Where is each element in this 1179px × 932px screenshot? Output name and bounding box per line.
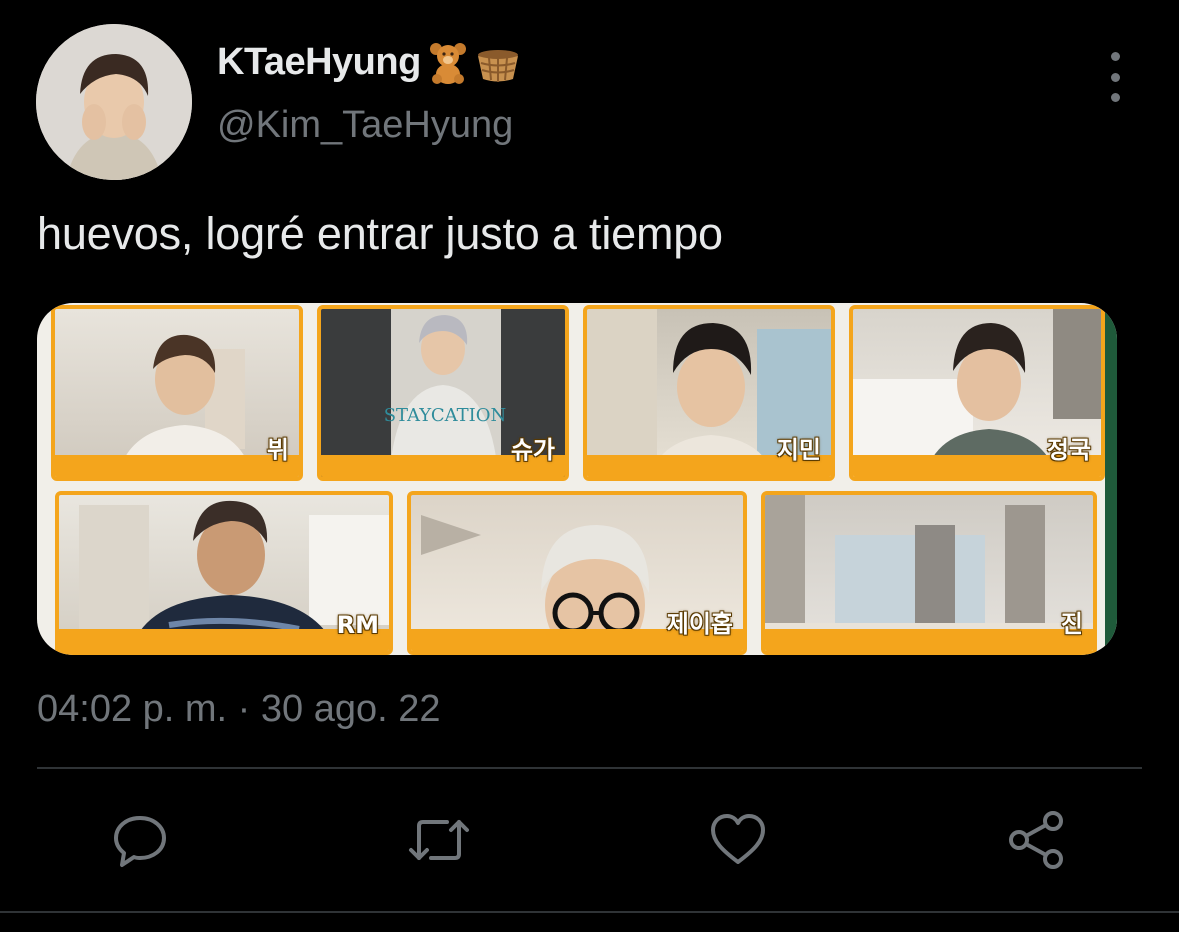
avatar[interactable] <box>36 24 192 180</box>
user-handle[interactable]: @Kim_TaeHyung <box>217 104 513 147</box>
heart-icon <box>711 814 765 864</box>
display-name-text: KTaeHyung <box>217 40 421 83</box>
media-tile: RM <box>55 491 393 655</box>
avatar-image <box>36 24 192 180</box>
media-tile: STAYCATION 슈가 <box>317 305 569 481</box>
media-tile: 정국 <box>849 305 1105 481</box>
media-tile: 진 <box>761 491 1097 655</box>
tile-label: 지민 <box>776 436 821 464</box>
media-edge <box>1105 303 1117 655</box>
display-name[interactable]: KTaeHyung <box>217 38 521 86</box>
basket-icon <box>475 39 521 85</box>
more-options-icon[interactable] <box>1100 52 1130 102</box>
share-icon <box>1009 811 1063 869</box>
reply-button[interactable] <box>108 808 172 872</box>
media-tile: 뷔 <box>51 305 303 481</box>
reply-icon <box>114 816 166 867</box>
tweet-text: huevos, logré entrar justo a tiempo <box>37 208 723 259</box>
divider <box>37 767 1142 769</box>
teddy-bear-icon <box>425 39 471 85</box>
bottom-divider <box>0 911 1179 913</box>
like-button[interactable] <box>706 808 770 872</box>
tile-label: 진 <box>1060 610 1083 638</box>
tile-label: 제이홉 <box>666 610 733 638</box>
tile-label: RM <box>336 611 379 639</box>
tile-label: 슈가 <box>510 436 555 464</box>
tweet-timestamp[interactable]: 04:02 p. m. · 30 ago. 22 <box>37 688 441 731</box>
media-tile: 제이홉 <box>407 491 747 655</box>
tile-label: 정국 <box>1046 436 1091 464</box>
media-tile: 지민 <box>583 305 835 481</box>
tweet-media[interactable]: 뷔 STAYCATION 슈가 지민 정국 RM 제이홉 진 <box>37 303 1117 655</box>
tile-label: 뷔 <box>266 436 289 464</box>
retweet-button[interactable] <box>407 808 471 872</box>
retweet-icon <box>409 820 469 860</box>
svg-text:STAYCATION: STAYCATION <box>384 405 507 426</box>
share-button[interactable] <box>1004 808 1068 872</box>
